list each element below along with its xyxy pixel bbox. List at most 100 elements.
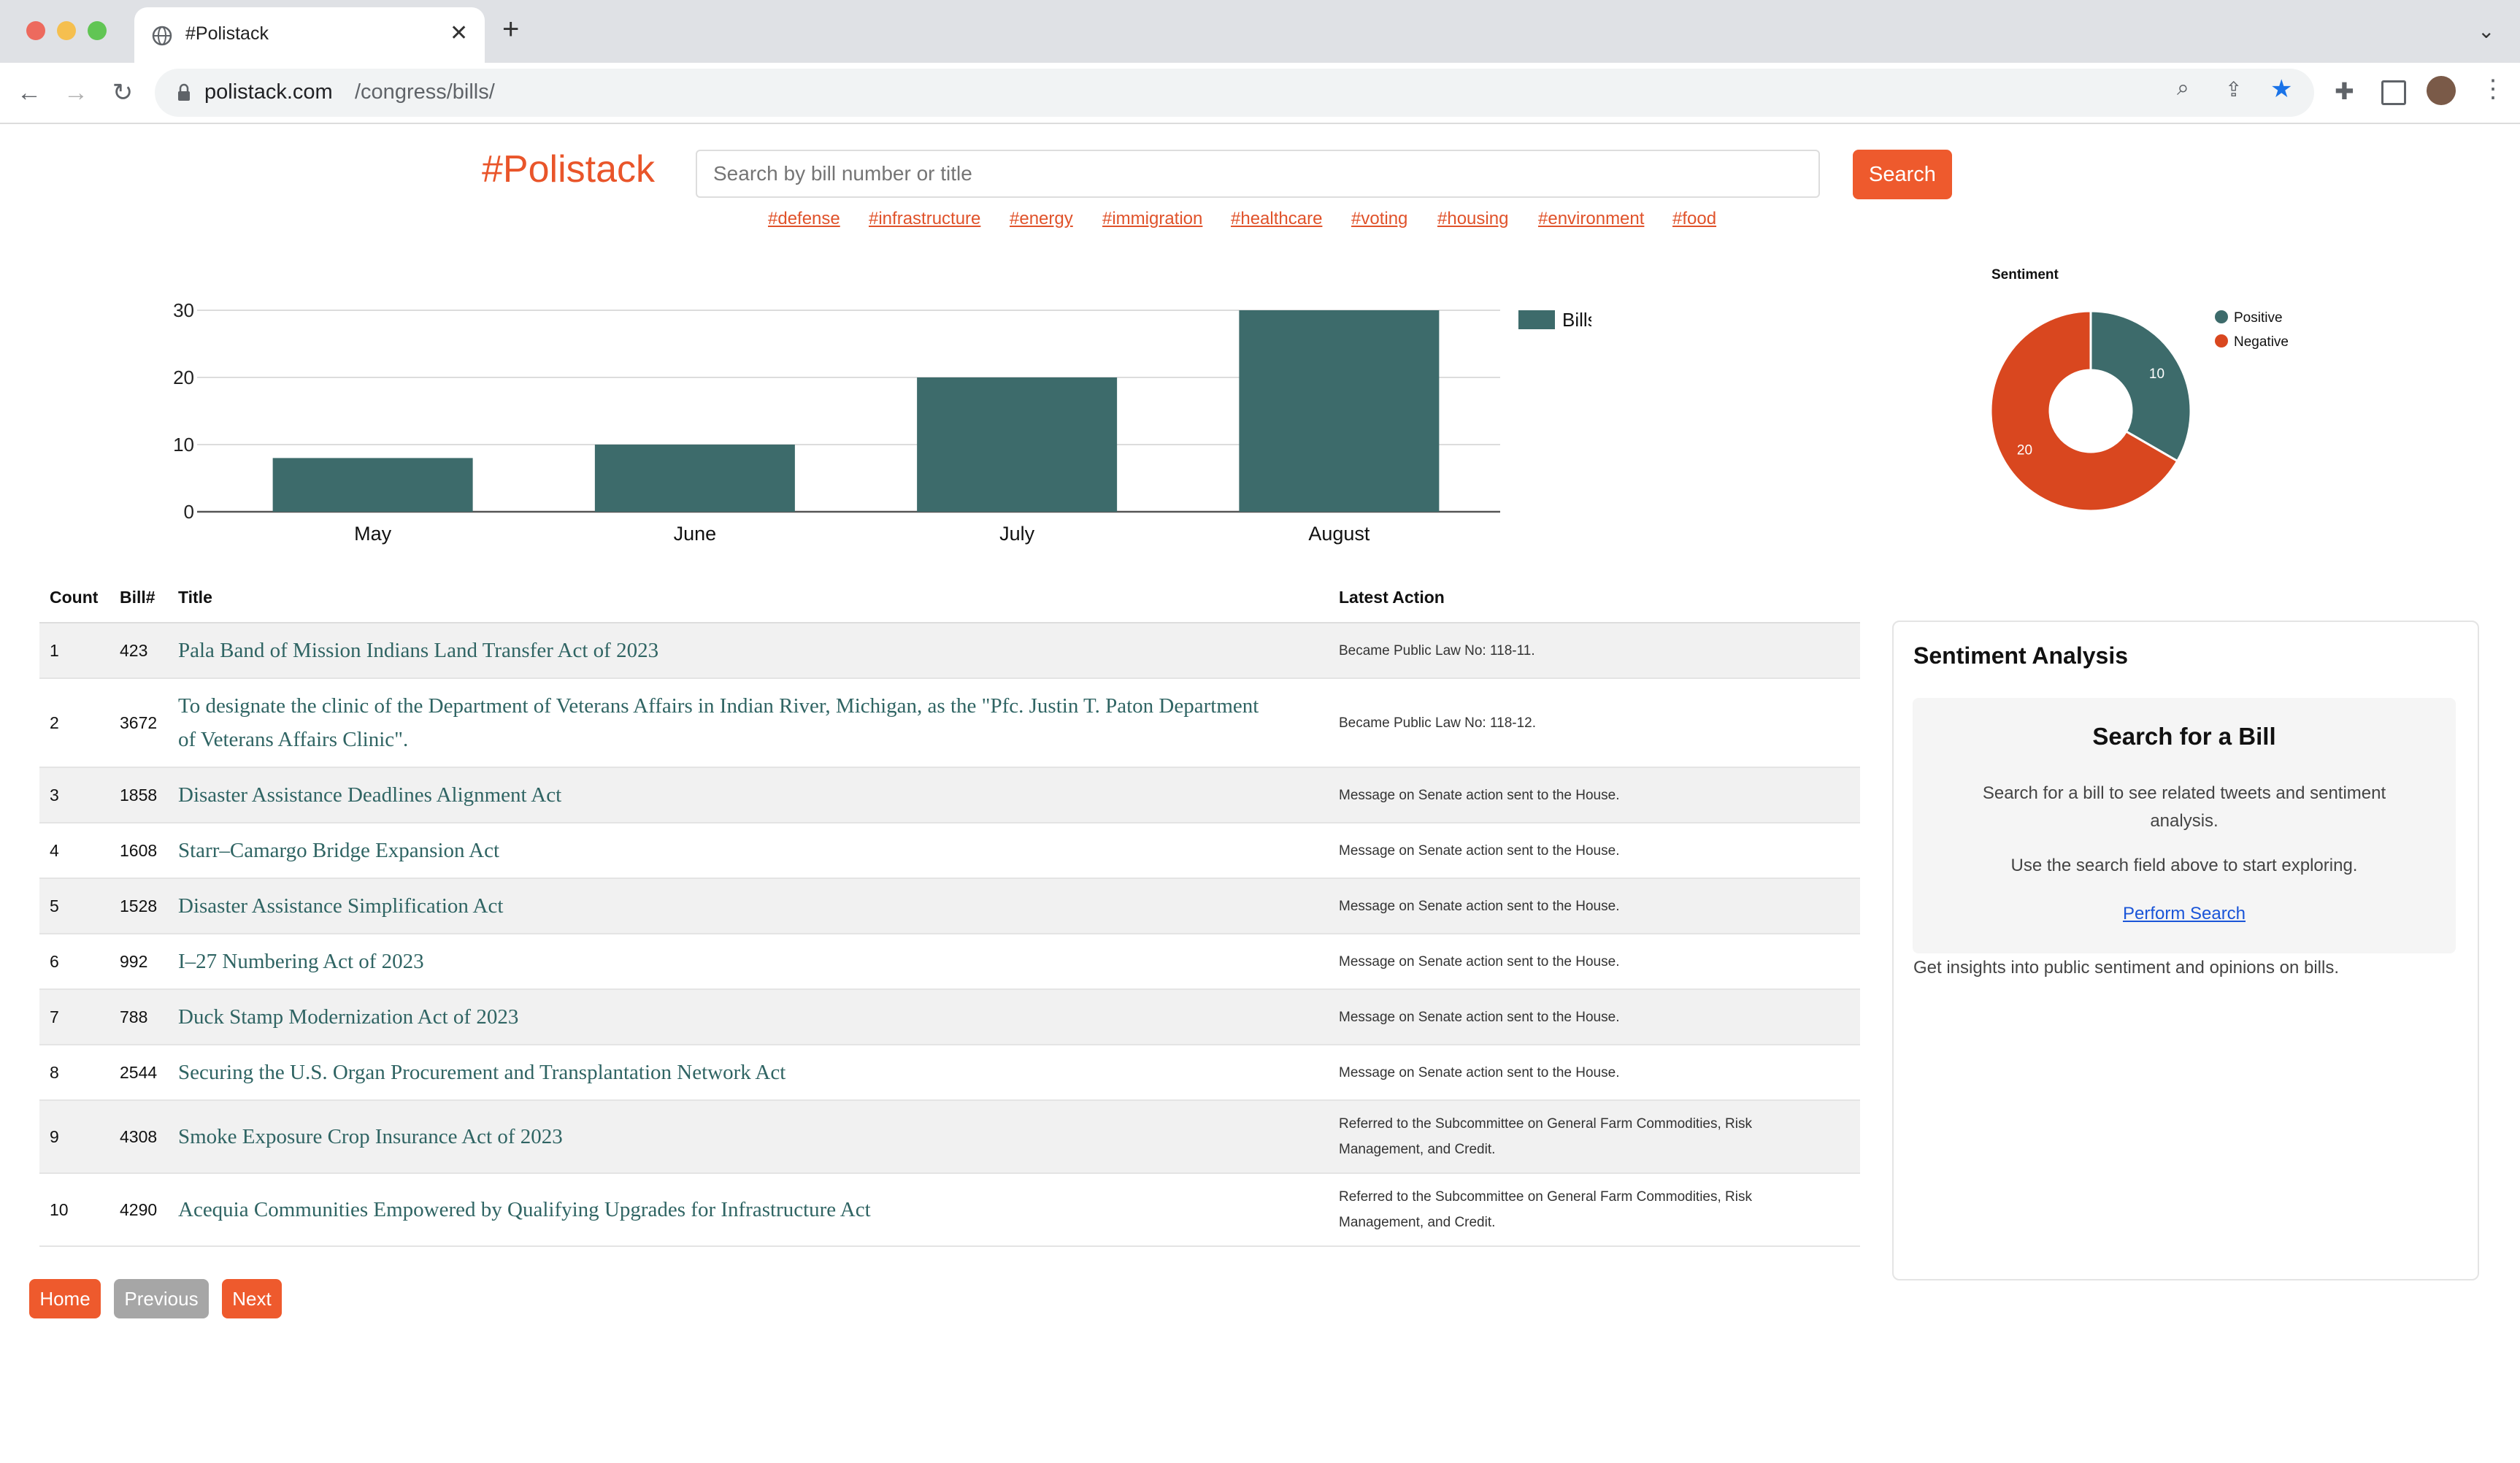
tab-close-icon[interactable]: ✕ bbox=[450, 20, 468, 46]
globe-icon bbox=[152, 26, 172, 46]
row-bill-number: 3672 bbox=[120, 713, 158, 732]
row-latest-action: Message on Senate action sent to the Hou… bbox=[1339, 898, 1620, 914]
hashtag-link[interactable]: #defense bbox=[768, 209, 840, 229]
row-bill-number: 1528 bbox=[120, 896, 158, 915]
header-count: Count bbox=[39, 572, 120, 623]
row-bill-number: 4308 bbox=[120, 1126, 158, 1146]
bar[interactable] bbox=[1239, 310, 1440, 512]
back-arrow-icon[interactable]: ← bbox=[9, 63, 50, 123]
table-row: 6 992 I–27 Numbering Act of 2023 Message on… bbox=[39, 934, 1860, 990]
row-title-link[interactable]: I–27 Numbering Act of 2023 bbox=[178, 950, 424, 973]
row-title-link[interactable]: Securing the U.S. Organ Procurement and … bbox=[178, 1061, 785, 1084]
row-bill-number: 4290 bbox=[120, 1199, 158, 1219]
hashtag-link[interactable]: #energy bbox=[1010, 209, 1073, 229]
hashtag-link[interactable]: #environment bbox=[1538, 209, 1644, 229]
x-tick-label: May bbox=[354, 523, 392, 545]
lock-icon bbox=[178, 83, 190, 101]
table-row: 3 1858 Disaster Assistance Deadlines Align… bbox=[39, 767, 1860, 823]
share-icon[interactable]: ⇪ bbox=[2225, 77, 2242, 101]
header-bill-number: Bill# bbox=[120, 572, 178, 623]
y-tick-label: 30 bbox=[173, 299, 194, 321]
y-tick-label: 10 bbox=[173, 434, 194, 456]
bar[interactable] bbox=[917, 377, 1118, 512]
donut-slice[interactable] bbox=[2089, 310, 2192, 463]
hashtag-link[interactable]: #food bbox=[1672, 209, 1716, 229]
bookmark-star-icon[interactable]: ★ bbox=[2270, 74, 2292, 104]
side-panel-icon[interactable] bbox=[2381, 80, 2406, 105]
browser-tab-bar: #Polistack ✕ + ⌄ bbox=[0, 0, 2520, 63]
extensions-puzzle-icon[interactable]: ✚ bbox=[2335, 77, 2354, 105]
browser-menu-icon[interactable]: ⋮ bbox=[2481, 74, 2505, 104]
row-count: 7 bbox=[50, 1007, 59, 1026]
search-button[interactable]: Search bbox=[1853, 150, 1952, 199]
row-title-link[interactable]: Pala Band of Mission Indians Land Transf… bbox=[178, 639, 658, 662]
hashtag-link[interactable]: #voting bbox=[1351, 209, 1407, 229]
address-bar[interactable]: polistack.com /congress/bills/ ⌕ ⇪ ★ bbox=[155, 69, 2314, 117]
header-title: Title bbox=[178, 572, 1339, 623]
row-latest-action: Message on Senate action sent to the Hou… bbox=[1339, 1064, 1620, 1080]
row-latest-action: Became Public Law No: 118-12. bbox=[1339, 715, 1537, 731]
forward-arrow-icon[interactable]: → bbox=[55, 63, 96, 123]
row-bill-number: 788 bbox=[120, 1007, 148, 1026]
y-tick-label: 20 bbox=[173, 366, 194, 388]
slice-value-label: 10 bbox=[2149, 366, 2164, 382]
table-row: 9 4308 Smoke Exposure Crop Insurance Act o… bbox=[39, 1100, 1860, 1174]
row-count: 4 bbox=[50, 840, 59, 860]
row-latest-action: Message on Senate action sent to the Hou… bbox=[1339, 953, 1620, 969]
row-title-link[interactable]: Acequia Communities Empowered by Qualify… bbox=[178, 1198, 871, 1221]
y-tick-label: 0 bbox=[184, 501, 194, 523]
hashtag-link[interactable]: #healthcare bbox=[1231, 209, 1322, 229]
row-title-link[interactable]: To designate the clinic of the Departmen… bbox=[178, 694, 1259, 751]
window-zoom-button[interactable] bbox=[88, 21, 107, 40]
zoom-icon[interactable]: ⌕ bbox=[2177, 76, 2189, 101]
profile-avatar[interactable] bbox=[2427, 76, 2456, 105]
browser-tab[interactable]: #Polistack ✕ bbox=[134, 7, 485, 63]
new-tab-icon[interactable]: + bbox=[502, 13, 519, 46]
bar[interactable] bbox=[272, 458, 473, 512]
legend-label: Positive bbox=[2234, 310, 2283, 326]
table-row: 7 788 Duck Stamp Modernization Act of 2023… bbox=[39, 989, 1860, 1045]
donut-title: Sentiment bbox=[1991, 267, 2059, 283]
row-title-link[interactable]: Smoke Exposure Crop Insurance Act of 202… bbox=[178, 1125, 563, 1148]
slice-value-label: 20 bbox=[2017, 442, 2032, 458]
row-bill-number: 992 bbox=[120, 951, 148, 971]
window-minimize-button[interactable] bbox=[57, 21, 76, 40]
row-latest-action: Referred to the Subcommittee on General … bbox=[1339, 1189, 1752, 1230]
row-latest-action: Message on Senate action sent to the Hou… bbox=[1339, 787, 1620, 803]
row-count: 3 bbox=[50, 785, 59, 805]
bill-search-input[interactable] bbox=[696, 150, 1820, 198]
panel-footer-text: Get insights into public sentiment and o… bbox=[1913, 958, 2340, 978]
row-bill-number: 1608 bbox=[120, 840, 158, 860]
header-latest-action: Latest Action bbox=[1339, 572, 1860, 623]
hashtag-link[interactable]: #immigration bbox=[1102, 209, 1202, 229]
reload-icon[interactable]: ↻ bbox=[102, 63, 143, 123]
row-title-link[interactable]: Disaster Assistance Simplification Act bbox=[178, 894, 503, 918]
row-count: 1 bbox=[50, 640, 59, 660]
row-title-link[interactable]: Disaster Assistance Deadlines Alignment … bbox=[178, 783, 561, 807]
row-latest-action: Message on Senate action sent to the Hou… bbox=[1339, 842, 1620, 859]
home-button[interactable]: Home bbox=[29, 1279, 101, 1318]
hashtag-link[interactable]: #infrastructure bbox=[869, 209, 980, 229]
table-row: 1 423 Pala Band of Mission Indians Land Tr… bbox=[39, 623, 1860, 679]
panel-title: Sentiment Analysis bbox=[1913, 642, 2129, 669]
previous-button[interactable]: Previous bbox=[114, 1279, 209, 1318]
box-description: Search for a bill to see related tweets … bbox=[1982, 783, 2386, 831]
row-title-link[interactable]: Duck Stamp Modernization Act of 2023 bbox=[178, 1005, 518, 1029]
legend-dot bbox=[2215, 310, 2228, 323]
tab-list-chevron-icon[interactable]: ⌄ bbox=[2478, 19, 2494, 43]
table-row: 10 4290 Acequia Communities Empowered by Q… bbox=[39, 1173, 1860, 1247]
row-count: 8 bbox=[50, 1062, 59, 1082]
table-row: 4 1608 Starr–Camargo Bridge Expansion Act M… bbox=[39, 823, 1860, 879]
window-close-button[interactable] bbox=[26, 21, 45, 40]
x-tick-label: July bbox=[999, 523, 1035, 545]
row-count: 10 bbox=[50, 1199, 69, 1219]
table-row: 8 2544 Securing the U.S. Organ Procurement… bbox=[39, 1045, 1860, 1101]
row-latest-action: Referred to the Subcommittee on General … bbox=[1339, 1116, 1752, 1157]
site-logo[interactable]: #Polistack bbox=[482, 147, 655, 191]
row-title-link[interactable]: Starr–Camargo Bridge Expansion Act bbox=[178, 839, 499, 862]
next-button[interactable]: Next bbox=[222, 1279, 282, 1318]
bar[interactable] bbox=[594, 445, 795, 512]
perform-search-link[interactable]: Perform Search bbox=[1913, 904, 2456, 924]
hashtag-link[interactable]: #housing bbox=[1437, 209, 1508, 229]
legend-label: Negative bbox=[2234, 334, 2289, 350]
